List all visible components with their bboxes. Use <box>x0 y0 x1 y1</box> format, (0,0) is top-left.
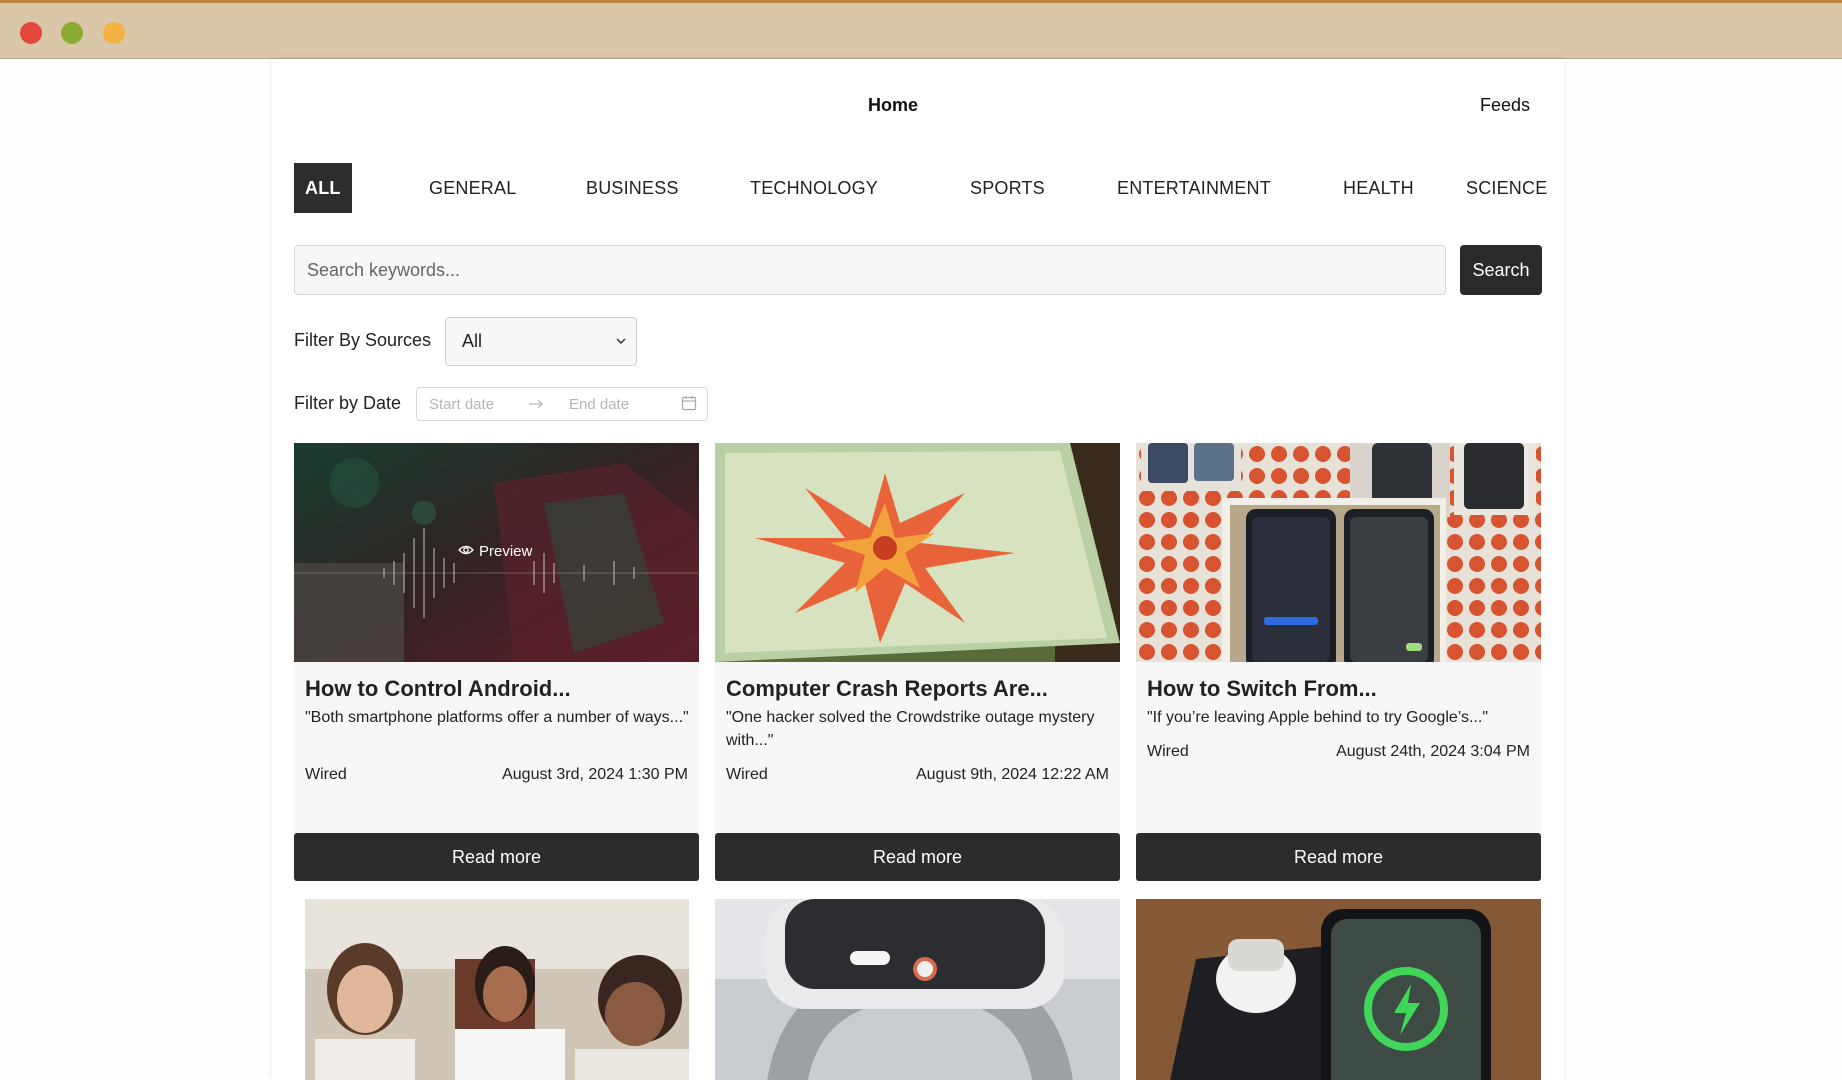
search-input[interactable] <box>294 245 1446 295</box>
article-title: How to Switch From... <box>1147 676 1377 701</box>
tab-business[interactable]: BUSINESS <box>586 163 679 213</box>
article-card: How to Switch From... "If you’re leaving… <box>1136 443 1541 881</box>
article-title: Computer Crash Reports Are... <box>726 676 1048 701</box>
nav-feeds-link[interactable]: Feeds <box>1480 95 1530 116</box>
article-source: Wired <box>305 766 347 783</box>
filter-sources-label: Filter By Sources <box>294 330 432 350</box>
article-source: Wired <box>1147 743 1189 760</box>
tab-general[interactable]: GENERAL <box>429 163 516 213</box>
article-image[interactable] <box>715 899 1120 1080</box>
top-nav: Home Feeds <box>272 59 1564 149</box>
minimize-window-button[interactable] <box>103 22 125 44</box>
eye-icon <box>458 543 474 560</box>
preview-label: Preview <box>479 543 533 560</box>
maximize-window-button[interactable] <box>61 22 83 44</box>
end-date-field[interactable]: End date <box>569 396 629 413</box>
article-image[interactable] <box>715 443 1120 662</box>
read-more-button[interactable]: Read more <box>715 833 1120 881</box>
article-date: August 3rd, 2024 1:30 PM <box>502 766 688 783</box>
article-image[interactable]: Preview <box>294 443 699 662</box>
article-card: Computer Crash Reports Are... "One hacke… <box>715 443 1120 881</box>
article-image[interactable] <box>1136 899 1541 1080</box>
tab-science[interactable]: SCIENCE <box>1466 163 1547 213</box>
calendar-icon <box>681 395 697 415</box>
article-description: "One hacker solved the Crowdstrike outag… <box>726 709 1095 749</box>
tab-sports[interactable]: SPORTS <box>970 163 1045 213</box>
date-range-picker[interactable]: Start date End date <box>416 387 708 421</box>
article-date: August 24th, 2024 3:04 PM <box>1336 743 1530 760</box>
tab-all[interactable]: ALL <box>294 163 352 213</box>
page-container: Home Feeds ALL GENERAL BUSINESS TECHNOLO… <box>272 59 1564 1080</box>
window-titlebar <box>0 0 1842 59</box>
article-description: "If you’re leaving Apple behind to try G… <box>1147 709 1489 726</box>
article-source: Wired <box>726 766 768 783</box>
close-window-button[interactable] <box>20 22 42 44</box>
category-tabs: ALL GENERAL BUSINESS TECHNOLOGY SPORTS E… <box>294 163 1547 213</box>
sources-select-value: All <box>462 331 483 351</box>
tab-health[interactable]: HEALTH <box>1343 163 1414 213</box>
start-date-field[interactable]: Start date <box>429 396 494 413</box>
article-description: "Both smartphone platforms offer a numbe… <box>305 709 689 726</box>
filter-date-label: Filter by Date <box>294 393 402 413</box>
article-card: Preview How to Control Android... "Both … <box>294 443 699 881</box>
article-title: How to Control Android... <box>305 676 571 701</box>
read-more-button[interactable]: Read more <box>1136 833 1541 881</box>
nav-home-link[interactable]: Home <box>868 95 918 116</box>
article-image[interactable] <box>305 899 689 1080</box>
sources-select[interactable]: All <box>445 317 637 366</box>
preview-overlay[interactable]: Preview <box>458 543 532 560</box>
chevron-down-icon <box>616 318 626 385</box>
tab-entertainment[interactable]: ENTERTAINMENT <box>1117 163 1271 213</box>
read-more-button[interactable]: Read more <box>294 833 699 881</box>
search-button[interactable]: Search <box>1460 245 1542 295</box>
article-date: August 9th, 2024 12:22 AM <box>915 766 1109 783</box>
article-image[interactable] <box>1136 443 1541 662</box>
arrow-right-icon <box>528 394 544 416</box>
tab-technology[interactable]: TECHNOLOGY <box>750 163 878 213</box>
